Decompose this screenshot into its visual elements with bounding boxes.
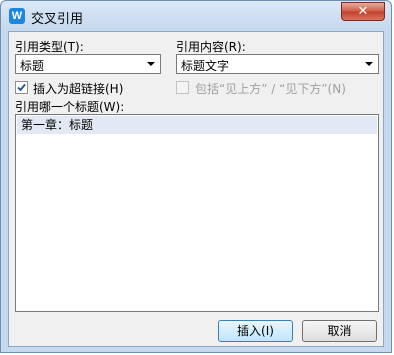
dialog-body: 引用类型(T): 标题 引用内容(R): 标题文字 插入为超链接(H) 包括“见… xyxy=(8,31,384,347)
dropdown-arrow-icon xyxy=(147,62,155,66)
reference-content-label: 引用内容(R): xyxy=(176,40,246,54)
include-above-below-label: 包括“见上方” / “见下方”(N) xyxy=(195,82,346,96)
reference-content-value: 标题文字 xyxy=(181,59,230,73)
reference-type-value: 标题 xyxy=(20,59,45,73)
insert-hyperlink-label[interactable]: 插入为超链接(H) xyxy=(33,80,123,97)
cancel-button[interactable]: 取消 xyxy=(302,320,377,342)
dialog-title: 交叉引用 xyxy=(31,12,84,27)
list-item[interactable]: 第一章：标题 xyxy=(17,116,377,134)
wps-writer-icon: W xyxy=(9,8,25,24)
title-bar[interactable]: W 交叉引用 ✕ xyxy=(1,1,391,31)
close-button[interactable]: ✕ xyxy=(341,2,385,21)
headings-listbox[interactable]: 第一章：标题 xyxy=(15,114,379,312)
reference-type-select[interactable]: 标题 xyxy=(15,54,161,74)
insert-button[interactable]: 插入(I) xyxy=(218,320,293,342)
checkmark-icon xyxy=(17,83,26,92)
cross-reference-dialog: W 交叉引用 ✕ 引用类型(T): 标题 引用内容(R): 标题文字 插入为超链… xyxy=(0,0,392,353)
insert-hyperlink-checkbox[interactable] xyxy=(15,81,28,94)
reference-content-select[interactable]: 标题文字 xyxy=(176,54,379,74)
dropdown-arrow-icon xyxy=(365,62,373,66)
reference-type-label: 引用类型(T): xyxy=(15,40,84,54)
include-above-below-checkbox[interactable] xyxy=(176,81,189,94)
headings-label: 引用哪一个标题(W): xyxy=(15,100,125,114)
